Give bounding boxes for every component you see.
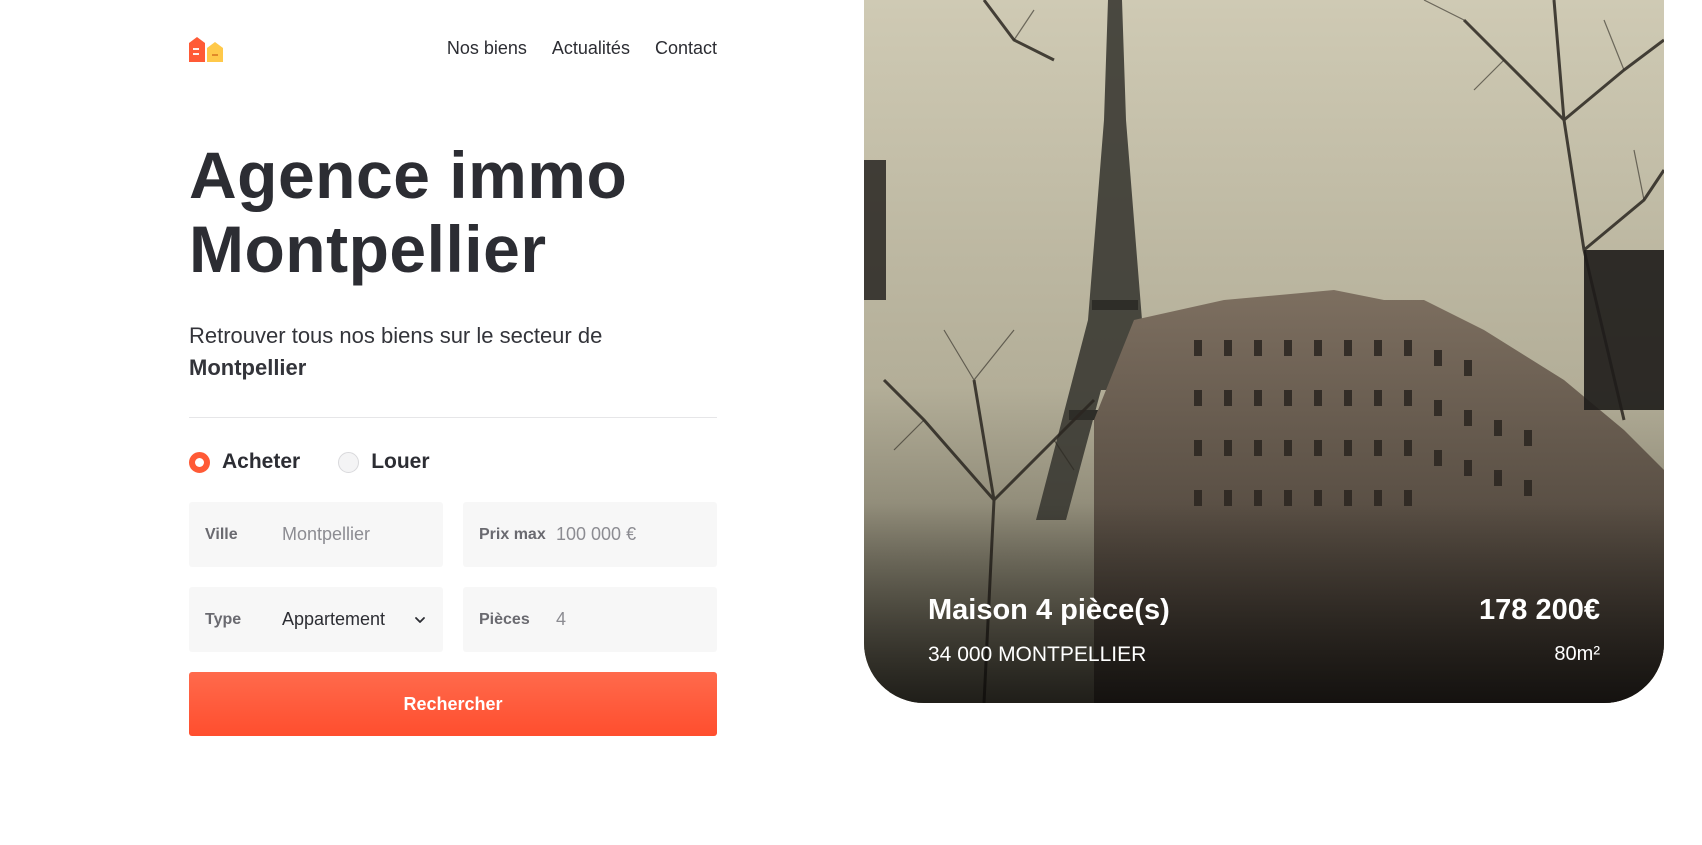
subtitle-city: Montpellier [189,355,307,380]
property-area: 80m² [1554,643,1600,665]
left-column: Nos biens Actualités Contact Agence immo… [189,0,717,736]
divider [189,417,717,418]
page-title-line1: Agence immo [189,138,628,212]
type-select[interactable]: Type Appartement [189,587,443,652]
radio-louer-label[interactable]: Louer [371,450,429,474]
subtitle-text: Retrouver tous nos biens sur le secteur … [189,323,603,348]
type-select-label: Type [205,610,242,628]
radio-louer-indicator[interactable] [338,451,360,473]
city-field-label: Ville [205,525,238,543]
rooms-field-label: Pièces [479,610,530,628]
top-bar: Nos biens Actualités Contact [189,0,717,100]
property-price: 178 200€ [1479,594,1600,626]
nav-link-contact[interactable]: Contact [655,38,717,59]
rooms-field[interactable]: Pièces 4 [463,587,717,652]
radio-acheter[interactable]: Acheter [189,450,300,474]
type-select-value[interactable]: Appartement [282,609,413,630]
radio-acheter-label[interactable]: Acheter [222,450,300,474]
nav-link-nos-biens[interactable]: Nos biens [447,38,527,59]
max-price-field-label: Prix max [479,525,546,543]
rooms-input[interactable]: 4 [556,609,701,630]
city-input[interactable]: Montpellier [282,524,427,545]
radio-louer[interactable]: Louer [338,450,430,474]
max-price-input[interactable]: 100 000 € [556,524,701,545]
city-field[interactable]: Ville Montpellier [189,502,443,567]
max-price-field[interactable]: Prix max 100 000 € [463,502,717,567]
page: Nos biens Actualités Contact Agence immo… [0,0,1702,845]
search-button[interactable]: Rechercher [189,672,717,736]
property-title[interactable]: Maison 4 pièce(s) [928,594,1170,627]
radio-acheter-indicator[interactable] [189,451,210,473]
page-title: Agence immo Montpellier [189,138,627,286]
nav-link-actualites[interactable]: Actualités [552,38,630,59]
house-logo-icon[interactable] [189,36,223,62]
page-subtitle: Retrouver tous nos biens sur le secteur … [189,320,717,384]
page-title-line2: Montpellier [189,212,547,286]
chevron-down-icon[interactable] [413,613,427,627]
transaction-type-radios: Acheter Louer [189,450,430,474]
property-location: 34 000 MONTPELLIER [928,643,1147,666]
featured-property-card[interactable]: Maison 4 pièce(s) 34 000 MONTPELLIER 178… [864,0,1664,703]
main-nav: Nos biens Actualités Contact [447,38,717,59]
